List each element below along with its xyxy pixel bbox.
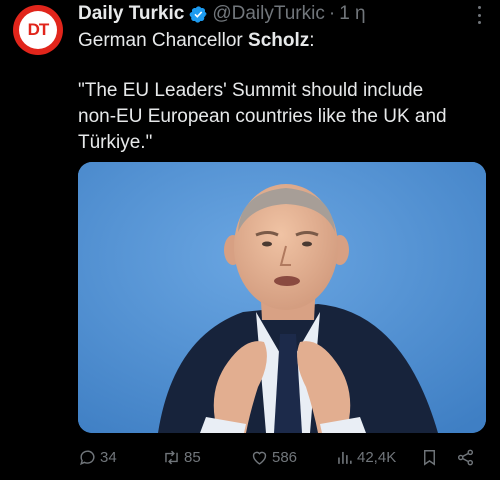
views-button[interactable]: 42,4K xyxy=(335,445,396,469)
avatar-text: DT xyxy=(27,20,50,39)
repost-icon xyxy=(165,450,178,464)
tweet-quote-line: Türkiye." xyxy=(78,132,153,153)
tweet-quote-line: "The EU Leaders' Summit should include xyxy=(78,80,424,101)
repost-button[interactable]: 85 xyxy=(162,445,201,469)
tweet-header: Daily Turkic @DailyTurkic · 1 η xyxy=(78,2,460,26)
repost-count: 85 xyxy=(184,448,201,466)
share-icon xyxy=(457,449,474,465)
tweet-text-bold: Scholz xyxy=(248,30,310,51)
reply-button[interactable]: 34 xyxy=(78,445,117,469)
views-count: 42,4K xyxy=(357,448,397,466)
verified-badge-icon xyxy=(189,5,207,23)
tweet-text-prefix: German Chancellor xyxy=(78,30,249,51)
reply-count: 34 xyxy=(100,448,117,466)
account-handle[interactable]: @DailyTurkic xyxy=(212,3,325,25)
post-time[interactable]: 1 η xyxy=(339,3,365,25)
action-bar: 34 85 586 42,4K xyxy=(78,445,488,469)
avatar-logo: DT xyxy=(19,11,57,49)
more-options-icon[interactable] xyxy=(476,6,482,24)
like-count: 586 xyxy=(272,448,298,466)
share-button[interactable] xyxy=(456,445,475,469)
tweet-text-line: German Chancellor Scholz: xyxy=(78,28,488,53)
tweet-quote-line: non-EU European countries like the UK an… xyxy=(78,106,447,127)
avatar[interactable]: DT xyxy=(13,5,63,55)
tweet-text-suffix: : xyxy=(309,30,315,51)
separator-dot: · xyxy=(328,3,336,24)
bookmark-button[interactable] xyxy=(420,445,439,469)
bookmark-icon xyxy=(424,449,435,466)
display-name[interactable]: Daily Turkic xyxy=(78,3,184,25)
views-icon xyxy=(338,451,352,464)
tweet-photo[interactable] xyxy=(78,162,486,433)
reply-icon xyxy=(80,449,95,465)
photo-illustration xyxy=(78,162,486,433)
like-button[interactable]: 586 xyxy=(250,445,297,469)
heart-icon xyxy=(252,451,267,465)
